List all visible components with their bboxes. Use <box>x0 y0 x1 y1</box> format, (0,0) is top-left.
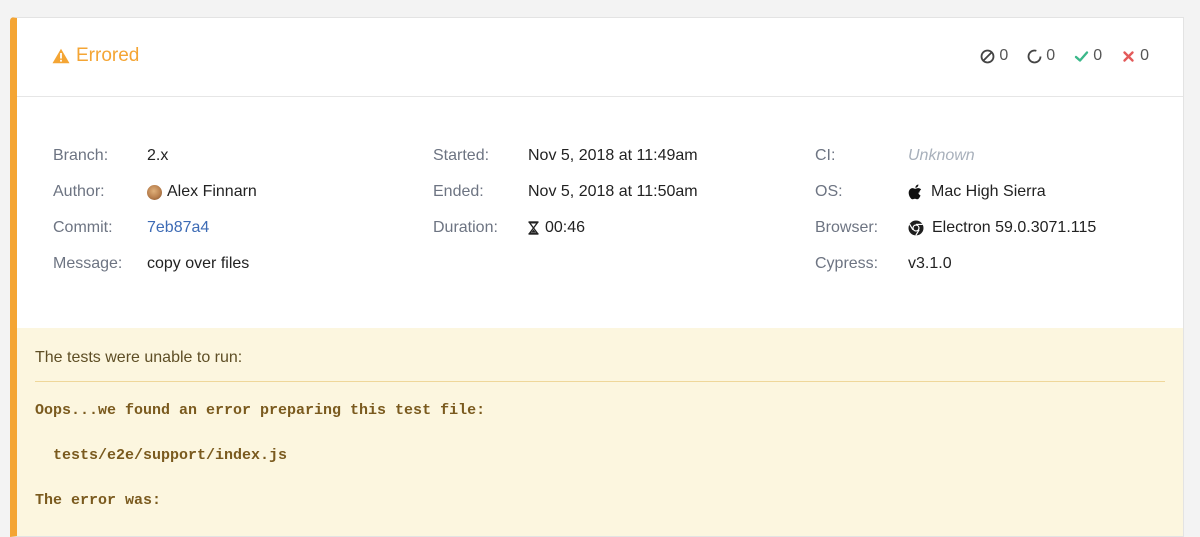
run-status: Errored <box>52 45 139 67</box>
cypress-value: v3.1.0 <box>908 255 952 272</box>
branch-label: Branch: <box>53 147 109 164</box>
browser-label: Browser: <box>815 219 879 236</box>
os-value: Mac High Sierra <box>908 183 1046 201</box>
skipped-count: 0 <box>979 47 1008 65</box>
browser-value: Electron 59.0.3071.115 <box>908 219 1096 237</box>
author-value: Alex Finnarn <box>147 183 257 201</box>
meta-column-timing: Started: Nov 5, 2018 at 11:49am Ended: N… <box>433 147 793 255</box>
meta-row-commit: Commit: 7eb87a4 <box>53 219 413 255</box>
error-line-1: Oops...we found an error preparing this … <box>35 402 486 419</box>
os-label: OS: <box>815 183 843 200</box>
duration-label: Duration: <box>433 219 498 236</box>
started-value: Nov 5, 2018 at 11:49am <box>528 147 698 164</box>
meta-row-browser: Browser: Electron 59.0.3071.115 <box>815 219 1175 255</box>
browser-text: Electron 59.0.3071.115 <box>932 219 1097 236</box>
hourglass-icon <box>528 221 539 235</box>
test-counts: 0 0 0 0 <box>961 47 1149 65</box>
author-label: Author: <box>53 183 105 200</box>
pending-count: 0 <box>1026 47 1055 65</box>
meta-column-env: CI: Unknown OS: Mac High Sierra Browser: <box>815 147 1175 291</box>
check-icon <box>1073 48 1089 64</box>
author-name: Alex Finnarn <box>167 183 257 200</box>
passed-count: 0 <box>1073 47 1102 65</box>
error-line-2: tests/e2e/support/index.js <box>35 447 288 464</box>
avatar <box>147 184 162 200</box>
failed-count: 0 <box>1120 47 1149 65</box>
meta-row-ci: CI: Unknown <box>815 147 1175 183</box>
meta-row-author: Author: Alex Finnarn <box>53 183 413 219</box>
message-label: Message: <box>53 255 123 272</box>
ended-value: Nov 5, 2018 at 11:50am <box>528 183 698 200</box>
ended-label: Ended: <box>433 183 484 200</box>
ci-label: CI: <box>815 147 836 164</box>
run-card: Errored 0 0 0 0 Branch: 2.x Author: Alex… <box>10 17 1184 537</box>
meta-row-ended: Ended: Nov 5, 2018 at 11:50am <box>433 183 793 219</box>
branch-value: 2.x <box>147 147 169 164</box>
skipped-icon <box>979 48 995 64</box>
error-line-3: The error was: <box>35 492 162 509</box>
cypress-label: Cypress: <box>815 255 879 272</box>
meta-row-os: OS: Mac High Sierra <box>815 183 1175 219</box>
x-icon <box>1120 48 1136 64</box>
error-divider <box>35 381 1165 382</box>
meta-column-git: Branch: 2.x Author: Alex Finnarn Commit:… <box>53 147 413 291</box>
pending-count-value: 0 <box>1046 47 1056 64</box>
skipped-count-value: 0 <box>999 47 1009 64</box>
status-label: Errored <box>76 45 140 66</box>
duration-value: 00:46 <box>528 219 585 237</box>
error-panel: The tests were unable to run: Oops...we … <box>17 328 1183 536</box>
meta-row-started: Started: Nov 5, 2018 at 11:49am <box>433 147 793 183</box>
meta-row-duration: Duration: 00:46 <box>433 219 793 255</box>
message-value: copy over files <box>147 255 250 272</box>
commit-label: Commit: <box>53 219 113 236</box>
started-label: Started: <box>433 147 490 164</box>
passed-count-value: 0 <box>1093 47 1103 64</box>
commit-link[interactable]: 7eb87a4 <box>147 219 209 237</box>
pending-icon <box>1026 48 1042 64</box>
os-text: Mac High Sierra <box>931 183 1046 200</box>
run-header: Errored 0 0 0 0 <box>17 18 1183 97</box>
apple-icon <box>908 184 922 200</box>
chrome-icon <box>908 220 924 236</box>
meta-row-message: Message: copy over files <box>53 255 413 291</box>
meta-row-branch: Branch: 2.x <box>53 147 413 183</box>
failed-count-value: 0 <box>1140 47 1149 64</box>
warning-icon <box>52 48 70 64</box>
duration-text: 00:46 <box>545 219 586 236</box>
error-title: The tests were unable to run: <box>35 349 243 366</box>
meta-row-cypress: Cypress: v3.1.0 <box>815 255 1175 291</box>
ci-value: Unknown <box>908 147 975 164</box>
